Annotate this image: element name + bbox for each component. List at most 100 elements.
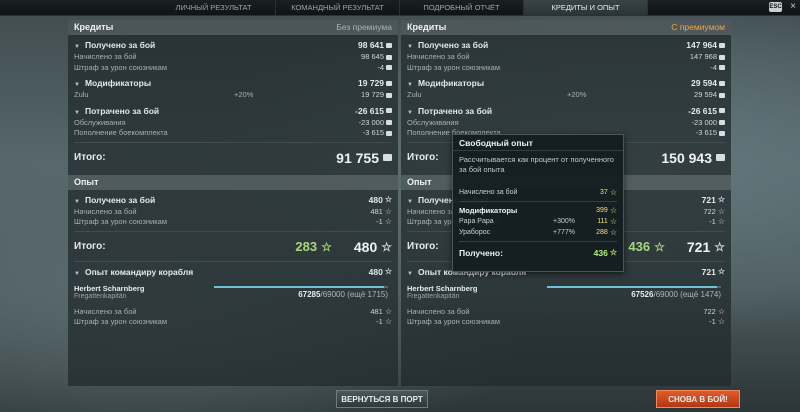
credits-icon [386,120,392,126]
top-bar: ЛИЧНЫЙ РЕЗУЛЬТАТ КОМАНДНЫЙ РЕЗУЛЬТАТ ПОД… [0,0,800,16]
credits-icon [386,130,392,136]
close-icon[interactable]: × [790,1,796,13]
credits-icon [719,92,725,98]
xp-star-icon: ☆ [717,266,725,276]
panel-without-premium: Кредиты Без премиума Получено за бой 98 … [68,20,398,386]
tooltip-total: Получено: 436 ☆ [459,248,617,258]
esc-key-badge: ESC [769,2,782,12]
credits-icon [719,108,725,113]
credits-title: Кредиты [74,22,114,32]
xp-header: Опыт [68,174,398,190]
credits-total-value: 91 755 [336,149,379,166]
commander-progress: 67526/69000 (ещё 1474) [547,283,725,301]
credits-icon [719,120,725,126]
commander-name: Herbert Scharnberg [74,283,145,293]
xp-star-icon: ☆ [384,306,392,316]
progress-fill [547,285,718,288]
credits-icon [386,92,392,98]
xp-star-icon: ☆ [384,266,392,276]
commander-rank: Fregattenkapitän [407,292,460,300]
commander-xp-group[interactable]: Опыт командиру корабля 480☆ [68,265,398,279]
credits-icon [386,80,392,86]
tooltip-modifier-item: Papa Papa +300% 111 ☆ [459,216,617,226]
credits-icon [719,54,725,60]
credits-icon [386,108,392,113]
group-label: Получено за бой [74,38,155,52]
tab-team-result[interactable]: КОМАНДНЫЙ РЕЗУЛЬТАТ [276,0,400,16]
tab-personal-result[interactable]: ЛИЧНЫЙ РЕЗУЛЬТАТ [152,0,276,16]
xp-star-icon: ☆ [609,216,617,226]
tab-credits-xp[interactable]: КРЕДИТЫ И ОПЫТ [524,0,648,16]
xp-star-icon: ☆ [384,206,392,216]
list-item: Штраф за урон союзникам-1☆ [74,317,392,327]
mode-label: С премиумом [671,22,725,32]
tooltip-title: Свободный опыт [453,135,623,151]
progress-fill [214,285,384,288]
list-item: Штраф за урон союзникам-1☆ [407,317,725,327]
xp-star-icon: ☆ [384,194,392,204]
credits-icon [383,154,392,161]
mode-label: Без премиума [336,22,392,32]
list-item: Пополнение боекомплекта -3 615 [68,128,398,139]
list-item: Штраф за урон союзникам-1☆ [74,217,392,227]
xp-star-icon: ☆ [384,217,392,227]
commander-name: Herbert Scharnberg [407,283,478,293]
list-item: Штраф за урон союзникам -4 [401,63,731,74]
modifiers-group[interactable]: Модификаторы 19 729 [68,76,398,90]
credits-icon [386,54,392,60]
xp-star-icon: ☆ [609,205,617,215]
free-xp-star-icon: ☆ [609,248,617,257]
credits-received-group[interactable]: Получено за бой 98 641 [68,38,398,52]
divider [74,141,392,143]
xp-star-icon: ☆ [717,217,725,227]
credits-icon [386,42,392,48]
credits-total: Итого: 91 755 [68,147,398,169]
divider [459,201,617,202]
group-value: 98 641 [358,40,384,50]
credits-icon [719,130,725,136]
commander-rank: Fregattenkapitän [74,292,127,300]
xp-star-icon: ☆ [717,317,725,327]
credits-icon [719,80,725,86]
list-item: Начислено за бой 481 ☆ [74,306,392,316]
list-item: Обслуживания -23 000 [68,118,398,129]
tab-detailed-report[interactable]: ПОДРОБНЫЙ ОТЧЁТ [400,0,524,16]
commander-row: Herbert Scharnberg Fregattenkapitän 6752… [401,283,731,301]
tooltip-modifier-item: Ураборос +777% 288 ☆ [459,227,617,237]
list-item: Zulu +20% 19 729 [68,90,398,101]
spent-group[interactable]: Потрачено за бой -26 615 [401,104,731,118]
battle-again-button[interactable]: СНОВА В БОЙ! [656,390,740,408]
list-item: Начислено за бой 481 ☆ [74,206,392,216]
xp-star-icon: ☆ [717,306,725,316]
xp-received-group[interactable]: Получено за бой 480☆ [68,193,398,207]
credits-icon [719,42,725,48]
divider [459,241,617,242]
list-item: Начислено за бой 147 968 [401,52,731,63]
xp-star-icon: ☆ [384,317,392,327]
credits-header: Кредиты Без премиума [68,20,398,35]
xp-total: Итого: 283 ☆ 480 ☆ [74,238,392,255]
tooltip-base-row: Начислено за бой 37 ☆ [459,187,617,197]
credits-icon [386,65,392,71]
free-xp-tooltip: Свободный опыт Рассчитывается как процен… [452,134,624,272]
list-item: Обслуживания -23 000 [401,118,731,129]
tooltip-modifiers-row: Модификаторы 399 ☆ [459,205,617,215]
return-to-port-button[interactable]: ВЕРНУТЬСЯ В ПОРТ [336,390,428,408]
list-item: Начислено за бой 98 645 [68,52,398,63]
credits-icon [716,154,725,161]
list-item: Штраф за урон союзникам -4 [68,63,398,74]
free-xp-star-icon: ☆ [321,239,332,254]
free-xp-total[interactable]: 283 ☆ [194,239,354,254]
xp-star-icon: ☆ [717,206,725,216]
divider [74,230,392,232]
modifiers-group[interactable]: Модификаторы 29 594 [401,76,731,90]
xp-star-icon: ☆ [381,239,392,254]
divider [74,260,392,262]
commander-progress: 67285/69000 (ещё 1715) [214,283,392,301]
list-item: Zulu +20% 29 594 [401,90,731,101]
credits-received-group[interactable]: Получено за бой 147 964 [401,38,731,52]
credits-header: Кредиты С премиумом [401,20,731,35]
spent-group[interactable]: Потрачено за бой -26 615 [68,104,398,118]
credits-icon [719,65,725,71]
xp-star-icon: ☆ [714,239,725,254]
